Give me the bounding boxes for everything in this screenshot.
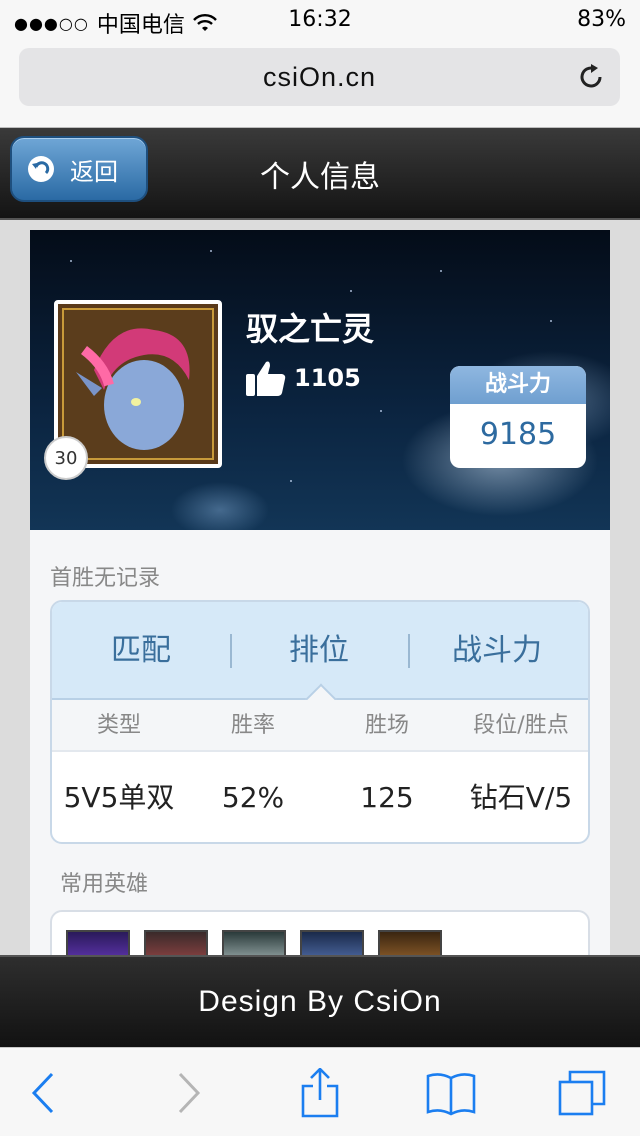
banner-star bbox=[210, 250, 212, 252]
nav-forward-icon[interactable] bbox=[160, 1068, 214, 1118]
share-icon[interactable] bbox=[293, 1068, 347, 1118]
tab-match[interactable]: 匹配 bbox=[52, 602, 230, 698]
like-row[interactable]: 1105 bbox=[244, 358, 361, 398]
table-row: 5V5单双 52% 125 钻石V/5 bbox=[52, 752, 588, 842]
banner-star bbox=[380, 410, 382, 412]
column-header-winrate: 胜率 bbox=[230, 713, 275, 738]
level-badge: 30 bbox=[44, 436, 88, 480]
cell-winrate: 52% bbox=[221, 781, 285, 814]
tabs-icon[interactable] bbox=[556, 1068, 610, 1118]
stats-card: 匹配 排位 战斗力 类型 胜率 胜场 段位/胜点 5V5单双 52% 125 钻… bbox=[50, 600, 590, 844]
like-count: 1105 bbox=[294, 364, 361, 392]
avatar-portrait bbox=[64, 310, 212, 458]
power-value: 9185 bbox=[479, 417, 557, 452]
first-win-status: 首胜无记录 bbox=[50, 566, 161, 591]
url-text[interactable]: csiOn.cn bbox=[19, 62, 620, 93]
avatar-frame bbox=[62, 308, 214, 460]
banner-star bbox=[350, 290, 352, 292]
status-bar: ●●●○○ 中国电信 16:32 83% bbox=[0, 0, 640, 40]
heroes-title: 常用英雄 bbox=[60, 872, 149, 897]
cell-type: 5V5单双 bbox=[63, 781, 175, 814]
power-box: 战斗力 9185 bbox=[450, 366, 586, 468]
cell-rank: 钻石V/5 bbox=[469, 781, 573, 814]
content-area: 首胜无记录 匹配 排位 战斗力 类型 胜率 胜场 段位/胜点 5V5单双 52%… bbox=[30, 530, 610, 970]
column-header-wins: 胜场 bbox=[364, 713, 409, 738]
address-bar[interactable]: csiOn.cn bbox=[19, 48, 620, 106]
column-header-type: 类型 bbox=[96, 713, 141, 738]
banner-star bbox=[70, 260, 72, 262]
nav-back-icon[interactable] bbox=[18, 1068, 72, 1118]
page-title: 个人信息 bbox=[260, 160, 380, 195]
cell-wins: 125 bbox=[360, 781, 414, 814]
power-label: 战斗力 bbox=[450, 366, 586, 404]
thumbs-up-icon[interactable] bbox=[244, 358, 288, 398]
clock: 16:32 bbox=[288, 7, 352, 32]
browser-address-area: csiOn.cn bbox=[0, 40, 640, 128]
browser-toolbar bbox=[0, 1047, 640, 1136]
banner-star bbox=[550, 320, 552, 322]
footer: Design By CsiOn bbox=[0, 955, 640, 1047]
tab-divider bbox=[230, 634, 232, 668]
profile-banner: 30 驭之亡灵 1105 战斗力 9185 bbox=[30, 230, 610, 530]
reload-icon[interactable] bbox=[576, 62, 606, 92]
tab-divider bbox=[408, 634, 410, 668]
tab-power[interactable]: 战斗力 bbox=[408, 602, 586, 698]
column-header-rank: 段位/胜点 bbox=[473, 713, 569, 738]
banner-star bbox=[290, 480, 292, 482]
battery-percent: 83% bbox=[577, 7, 626, 32]
table-header: 类型 胜率 胜场 段位/胜点 bbox=[52, 700, 588, 752]
banner-star bbox=[440, 270, 442, 272]
app-header: 返回 个人信息 bbox=[0, 128, 640, 220]
bookmarks-icon[interactable] bbox=[424, 1068, 478, 1118]
stats-tabs: 匹配 排位 战斗力 bbox=[52, 602, 588, 715]
player-name: 驭之亡灵 bbox=[246, 310, 375, 348]
